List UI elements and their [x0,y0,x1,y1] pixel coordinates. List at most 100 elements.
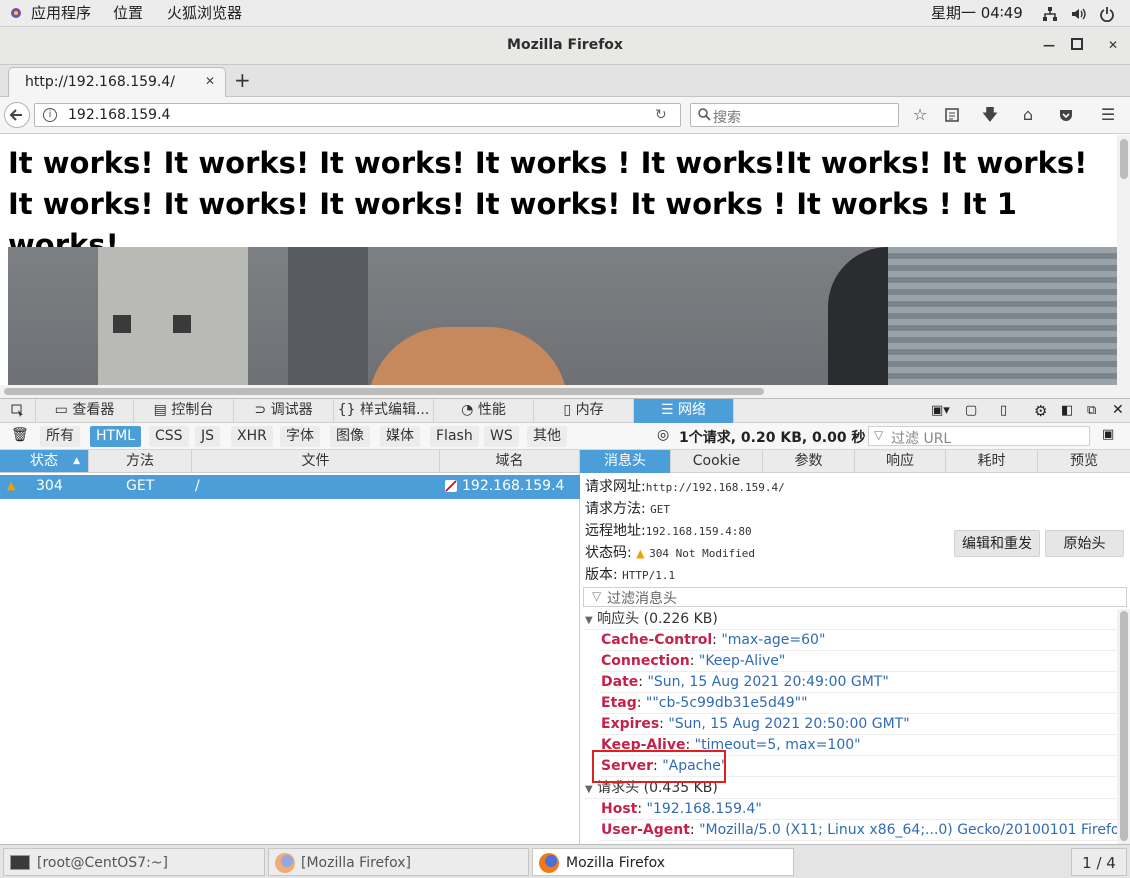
new-tab-button[interactable]: + [234,68,251,92]
search-bar[interactable]: 搜索 [690,103,899,127]
applications-menu[interactable]: 应用程序 [31,0,91,27]
tab-memory[interactable]: ▯ 内存 [534,399,634,423]
page-scrollbar-thumb[interactable] [1120,139,1128,179]
menu-icon[interactable]: ☰ [1097,104,1119,126]
tab-console[interactable]: ▤ 控制台 [134,399,234,423]
filter-js[interactable]: JS [195,426,221,447]
filter-url-input[interactable]: ▽ 过滤 URL [868,426,1090,447]
filter-media[interactable]: 媒体 [380,426,420,447]
col-status[interactable]: 状态 ▲ [0,450,89,472]
response-header-row[interactable]: Date: "Sun, 15 Aug 2021 20:49:00 GMT" [601,672,1117,693]
response-headers-section[interactable]: ▼ 响应头 (0.226 KB) [585,609,1122,630]
element-picker-button[interactable] [0,399,36,423]
filter-images[interactable]: 图像 [330,426,370,447]
workspace-indicator[interactable]: 1 / 4 [1071,848,1127,876]
task-firefox-minimized[interactable]: [Mozilla Firefox] [268,848,529,876]
debugger-icon: ⊃ [254,402,271,418]
url-bar[interactable]: i 192.168.159.4 ↻ [34,103,681,127]
page-hscrollbar-thumb[interactable] [4,388,764,395]
tab-debugger[interactable]: ⊃ 调试器 [234,399,334,423]
task-firefox-active[interactable]: Mozilla Firefox [532,848,794,876]
split-console-icon[interactable]: ▣▾ [931,403,950,418]
filter-flash[interactable]: Flash [430,426,479,447]
filter-ws[interactable]: WS [484,426,519,447]
tab-network[interactable]: ☰ 网络 [634,399,734,423]
tab-timings[interactable]: 耗时 [946,450,1038,473]
clock[interactable]: 星期一 04∶49 [931,0,1023,27]
col-method[interactable]: 方法 [89,450,192,472]
maximize-button[interactable] [1071,38,1083,50]
col-domain[interactable]: 域名 [440,450,580,472]
insecure-lock-icon [445,480,457,492]
responsive-icon[interactable]: ▢ [965,403,977,418]
response-header-row[interactable]: Connection: "Keep-Alive" [601,651,1117,672]
page-hscrollbar-track[interactable] [0,385,1130,398]
back-button[interactable] [4,102,30,128]
request-header-row[interactable]: User-Agent: "Mozilla/5.0 (X11; Linux x86… [601,820,1130,841]
pocket-icon[interactable] [1055,104,1077,126]
home-icon[interactable]: ⌂ [1017,104,1039,126]
tab-headers[interactable]: 消息头 [580,450,671,473]
bookmark-star-icon[interactable]: ☆ [909,104,931,126]
reload-icon[interactable]: ↻ [655,107,667,123]
filter-xhr[interactable]: XHR [231,426,273,447]
filter-fonts[interactable]: 字体 [280,426,320,447]
gnome-top-bar: 应用程序 位置 火狐浏览器 星期一 04∶49 [0,0,1130,27]
back-arrow-icon [9,109,22,121]
table-row[interactable]: ▲ 304 GET / 192.168.159.4 [0,475,580,499]
header-value: "Sun, 15 Aug 2021 20:49:00 GMT" [647,674,889,690]
tab-params[interactable]: 参数 [763,450,855,473]
details-scrollbar-track[interactable] [1117,609,1130,845]
filter-css[interactable]: CSS [149,426,189,447]
response-header-row[interactable]: Etag: ""cb-5c99db31e5d49"" [601,693,1117,714]
power-icon[interactable] [1099,6,1115,26]
toggle-details-icon[interactable]: ▣ [1102,427,1114,442]
header-key: User-Agent [601,822,690,838]
volume-icon[interactable] [1070,6,1086,26]
details-scrollbar-thumb[interactable] [1120,611,1128,841]
tab-title: http://192.168.159.4/ [25,74,176,90]
response-header-row[interactable]: Expires: "Sun, 15 Aug 2021 20:50:00 GMT" [601,714,1117,735]
tab-style-editor[interactable]: {} 样式编辑... [334,399,434,423]
firefox-app-menu[interactable]: 火狐浏览器 [167,0,242,27]
tab-cookies[interactable]: Cookie [671,450,763,473]
reading-list-icon[interactable] [941,104,963,126]
clear-trash-icon[interactable]: 🗑 [11,427,29,443]
tab-preview[interactable]: 预览 [1038,450,1130,473]
network-icon[interactable] [1042,6,1058,26]
page-content: It works! It works! It works! It works !… [0,135,1117,385]
dock-side-icon[interactable]: ◧ [1061,403,1073,418]
minimize-button[interactable]: — [1041,37,1057,53]
request-method-line: 请求方法: GET [585,501,671,517]
task-terminal[interactable]: [root@CentOS7:~] [3,848,265,876]
row-method: GET [126,478,155,494]
request-summary[interactable]: 1个请求, 0.20 KB, 0.00 秒 [679,427,865,447]
tab-close-icon[interactable]: ✕ [205,74,215,88]
screenshot-icon[interactable]: ▯ [1000,403,1007,418]
settings-gear-icon[interactable]: ⚙ [1034,402,1047,420]
header-key: Host [601,801,638,817]
filter-headers-input[interactable]: ▽ 过滤消息头 [583,587,1127,607]
tab-active[interactable]: http://192.168.159.4/ ✕ [8,67,226,97]
filter-html[interactable]: HTML [90,426,141,447]
filter-all[interactable]: 所有 [40,426,80,447]
raw-headers-button[interactable]: 原始头 [1045,530,1124,557]
remote-address-line: 远程地址:192.168.159.4:80 [585,523,752,539]
tab-performance[interactable]: ◔ 性能 [434,399,534,423]
response-header-row[interactable]: Cache-Control: "max-age=60" [601,630,1117,651]
edit-resend-button[interactable]: 编辑和重发 [954,530,1040,557]
filter-other[interactable]: 其他 [527,426,567,447]
download-icon[interactable]: 🡇 [979,104,1001,126]
tab-inspector[interactable]: ▭ 查看器 [36,399,134,423]
header-value: "Keep-Alive" [698,653,786,669]
close-window-button[interactable]: ✕ [1105,37,1121,53]
apps-menu-icon [9,6,23,20]
close-devtools-icon[interactable]: ✕ [1112,402,1124,418]
info-icon[interactable]: i [43,108,57,122]
request-header-row[interactable]: Host: "192.168.159.4" [601,799,1117,820]
places-menu[interactable]: 位置 [113,0,143,27]
col-file[interactable]: 文件 [192,450,440,472]
tab-response[interactable]: 响应 [855,450,946,473]
page-scrollbar-track[interactable] [1117,135,1130,385]
undock-icon[interactable]: ⧉ [1087,403,1096,418]
